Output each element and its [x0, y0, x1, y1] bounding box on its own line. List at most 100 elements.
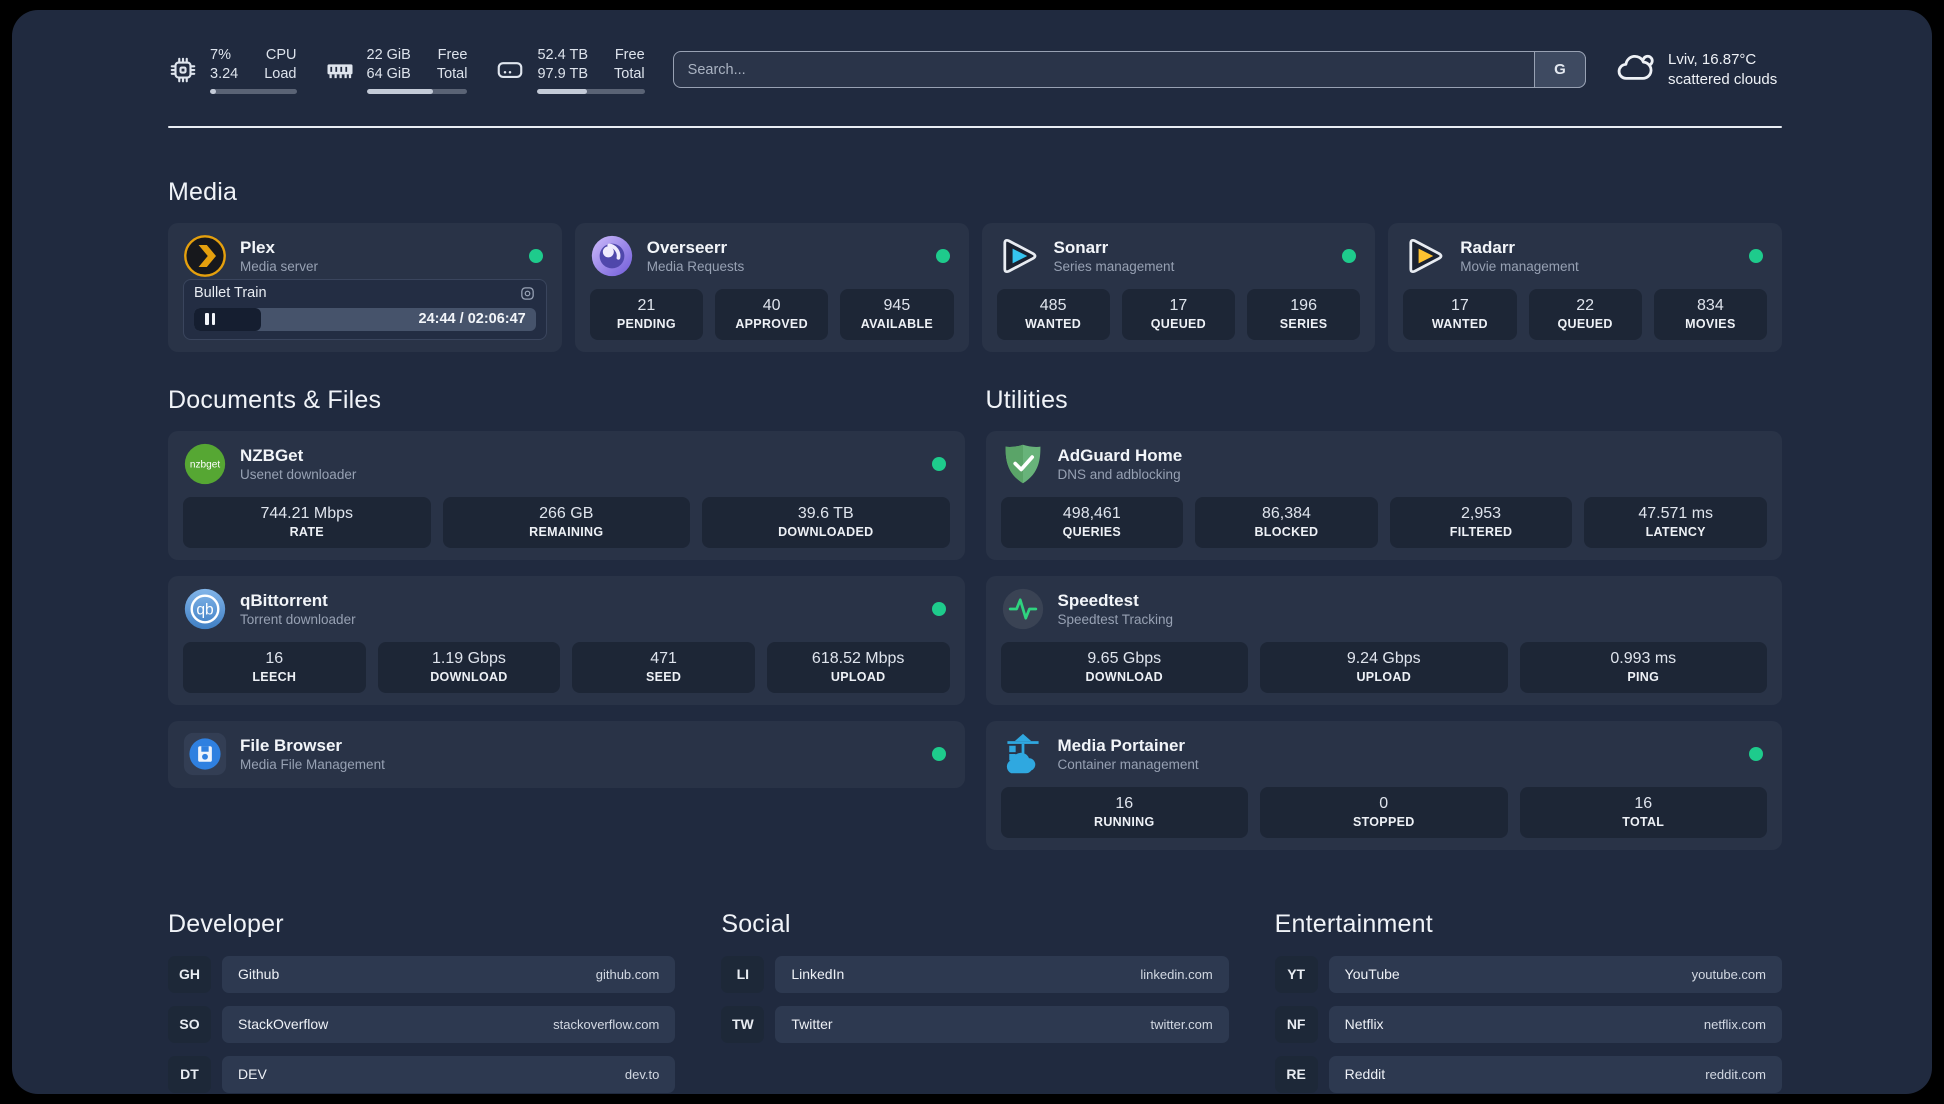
topbar: 7% 3.24 CPU Load 22 GiB 64 GiB Free Tota… [168, 46, 1782, 94]
bookmark-badge-github[interactable]: GH [168, 955, 211, 993]
stat-box-rate: 744.21 Mbps RATE [183, 496, 431, 548]
app-card-sonarr[interactable]: Sonarr Series management 485 WANTED 17 QUEUED… [981, 222, 1376, 352]
stat-label: SEED [645, 669, 682, 684]
stat-value: 17 [1450, 296, 1469, 314]
stat-value: 16 [1634, 794, 1653, 812]
utilities-app-stack: AdGuard Home DNS and adblocking 498,461 QUE… [985, 430, 1782, 850]
bookmark-link-reddit[interactable]: Reddit reddit.com [1328, 1055, 1782, 1093]
app-card-file-browser[interactable]: File Browser Media File Management [168, 720, 965, 788]
search-input[interactable] [672, 51, 1586, 89]
weather-widget: Lviv, 16.87°C scattered clouds [1614, 46, 1782, 93]
search-bar: G [672, 51, 1586, 89]
stat-box-running: 16 RUNNING [1000, 786, 1248, 838]
bookmark-row-stackoverflow: SO StackOverflow stackoverflow.com [168, 1005, 676, 1043]
stat-label: QUERIES [1062, 524, 1121, 539]
bookmark-badge-youtube[interactable]: YT [1274, 955, 1318, 993]
app-title: qBittorrent [240, 590, 328, 610]
dashboard: 7% 3.24 CPU Load 22 GiB 64 GiB Free Tota… [12, 10, 1932, 1094]
bookmark-row-linkedin: LI LinkedIn linkedin.com [721, 955, 1229, 993]
stat-value: 945 [883, 296, 911, 314]
app-card-radarr[interactable]: Radarr Movie management 17 WANTED 22 QUEUED 83… [1388, 222, 1782, 352]
app-title: Overseerr [646, 237, 728, 257]
app-card-overseerr[interactable]: Overseerr Media Requests 21 PENDING 40 APPROV… [574, 222, 969, 352]
stat-label: WANTED [1431, 316, 1488, 331]
bookmark-badge-linkedin[interactable]: LI [721, 955, 765, 993]
memory-free-label: Free [437, 47, 468, 63]
section-heading-utilities: Utilities [985, 385, 1068, 414]
weather-condition: scattered clouds [1668, 70, 1778, 88]
bookmark-name: LinkedIn [791, 966, 845, 983]
stat-value: 196 [1290, 296, 1317, 314]
stat-box-queries: 498,461 QUERIES [1000, 496, 1184, 548]
memory-progress-bar [366, 88, 468, 94]
memory-total-label: Total [436, 65, 468, 82]
memory-widget: 22 GiB 64 GiB Free Total [325, 46, 468, 94]
bookmark-badge-twitter[interactable]: TW [721, 1005, 765, 1043]
bookmark-badge-stackoverflow[interactable]: SO [168, 1005, 211, 1043]
stat-label: LATENCY [1645, 524, 1706, 539]
bookmark-row-netflix: NF Netflix netflix.com [1274, 1005, 1782, 1043]
cpu-load-value: 3.24 [210, 65, 239, 82]
bookmark-section-developer: Developer GH Github github.com SO StackOverfl… [168, 910, 676, 1093]
stat-label: QUEUED [1557, 316, 1613, 331]
bookmark-name: Github [238, 966, 280, 983]
bookmark-row-github: GH Github github.com [168, 955, 676, 993]
svg-text:nzbget: nzbget [190, 459, 220, 470]
disk-icon [495, 55, 525, 85]
app-subtitle: Container management [1057, 756, 1199, 772]
status-dot [935, 248, 950, 263]
app-card-plex[interactable]: Plex Media server Bullet Train 24:44 / 02:0… [168, 222, 562, 352]
stat-value: 0 [1379, 794, 1389, 812]
bookmark-link-github[interactable]: Github github.com [222, 955, 676, 993]
stat-label: TOTAL [1622, 814, 1665, 829]
section-heading-entertainment: Entertainment [1274, 909, 1433, 938]
bookmark-badge-dev[interactable]: DT [168, 1055, 211, 1093]
stat-label: APPROVED [735, 316, 808, 331]
memory-free-value: 22 GiB [366, 47, 411, 63]
stat-value: 9.65 Gbps [1087, 649, 1162, 667]
bookmark-row-youtube: YT YouTube youtube.com [1274, 955, 1782, 993]
bookmark-url: reddit.com [1705, 1066, 1766, 1082]
stat-value: 1.19 Gbps [432, 649, 506, 667]
app-subtitle: Movie management [1460, 258, 1579, 274]
cpu-progress-bar [210, 88, 297, 94]
bookmark-link-dev[interactable]: DEV dev.to [222, 1055, 676, 1093]
bookmark-link-youtube[interactable]: YouTube youtube.com [1328, 955, 1782, 993]
app-card-qbittorrent[interactable]: qb qBittorrent Torrent downloader 16 LEECH 1.… [168, 575, 965, 705]
section-media: Media Plex Media server Bullet Train 24:44 … [168, 178, 1782, 352]
bookmark-badge-netflix[interactable]: NF [1274, 1005, 1318, 1043]
bookmark-url: dev.to [624, 1066, 660, 1082]
app-card-adguard-home[interactable]: AdGuard Home DNS and adblocking 498,461 QUE… [985, 430, 1782, 560]
stat-box-approved: 40 APPROVED [715, 288, 829, 340]
cpu-usage-label: CPU [265, 47, 297, 63]
stat-box-remaining: 266 GB REMAINING [442, 496, 690, 548]
bookmark-row-reddit: RE Reddit reddit.com [1274, 1055, 1782, 1093]
bookmark-link-linkedin[interactable]: LinkedIn linkedin.com [775, 955, 1229, 993]
search-engine-button[interactable]: G [1534, 51, 1586, 89]
bookmark-badge-reddit[interactable]: RE [1274, 1055, 1318, 1093]
stat-label: STOPPED [1352, 814, 1415, 829]
bookmark-url: github.com [595, 966, 660, 982]
app-subtitle: DNS and adblocking [1057, 466, 1181, 482]
scattered-clouds-icon [1614, 46, 1656, 93]
session-device-icon [519, 285, 536, 302]
app-card-speedtest[interactable]: Speedtest Speedtest Tracking 9.65 Gbps DOWN… [985, 575, 1782, 705]
section-utilities: Utilities AdGuard Home DNS and adblocking… [985, 385, 1782, 850]
cpu-icon [168, 55, 198, 85]
stat-label: PENDING [616, 316, 676, 331]
stat-value: 471 [650, 649, 677, 667]
app-card-nzbget[interactable]: nzbget NZBGet Usenet downloader 744.21 Mbps… [168, 430, 965, 560]
svg-text:qb: qb [196, 601, 214, 618]
bookmark-name: StackOverflow [238, 1016, 329, 1033]
stat-value: 485 [1039, 296, 1067, 314]
bookmark-link-twitter[interactable]: Twitter twitter.com [775, 1005, 1229, 1043]
bookmark-link-netflix[interactable]: Netflix netflix.com [1328, 1005, 1782, 1043]
stat-value: 16 [265, 649, 284, 667]
app-card-media-portainer[interactable]: Media Portainer Container management 16 RUN… [985, 720, 1782, 850]
bookmark-link-stackoverflow[interactable]: StackOverflow stackoverflow.com [222, 1005, 676, 1043]
filebrowser-icon [183, 732, 227, 776]
stat-value: 618.52 Mbps [811, 649, 905, 667]
stat-box-filtered: 2,953 FILTERED [1389, 496, 1573, 548]
stat-value: 17 [1169, 296, 1188, 314]
bookmark-url: stackoverflow.com [553, 1016, 660, 1032]
